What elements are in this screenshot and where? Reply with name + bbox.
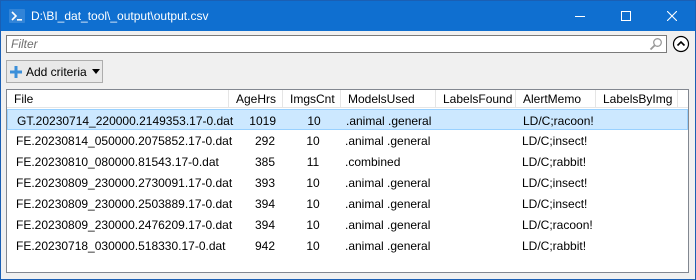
plus-icon <box>10 65 22 78</box>
app-window: D:\BI_dat_tool\_output\output.csv Filter… <box>0 0 696 280</box>
close-icon <box>667 11 677 21</box>
table-row[interactable]: FE.20230809_230000.2476209.17-0.dat 394 … <box>7 214 688 235</box>
cell-agehrs: 292 <box>254 134 275 148</box>
cell-modelsused: .animal .general <box>345 134 431 148</box>
table-row[interactable]: FE.20230810_080000.81543.17-0.dat 385 11… <box>7 151 688 172</box>
chevron-down-icon <box>91 68 100 74</box>
cell-agehrs: 385 <box>254 155 275 169</box>
column-header-file[interactable]: File <box>7 90 229 108</box>
cell-alertmemo: LD/C;insect! <box>522 134 588 148</box>
table-row[interactable]: FE.20230814_050000.2075852.17-0.dat 292 … <box>7 130 688 151</box>
cell-alertmemo: LD/C;insect! <box>522 197 588 211</box>
title-bar[interactable]: D:\BI_dat_tool\_output\output.csv <box>1 1 695 31</box>
table-row[interactable]: FE.20230718_030000.518330.17-0.dat 942 1… <box>7 235 688 256</box>
minimize-button[interactable] <box>557 1 603 31</box>
cell-agehrs: 1019 <box>249 114 276 128</box>
close-button[interactable] <box>649 1 695 31</box>
terminal-icon <box>9 9 25 23</box>
table-row[interactable]: FE.20230809_230000.2730091.17-0.dat 393 … <box>7 172 688 193</box>
cell-file: FE.20230718_030000.518330.17-0.dat <box>16 239 226 253</box>
column-header-modelsused[interactable]: ModelsUsed <box>341 90 436 108</box>
add-criteria-label: Add criteria <box>26 64 87 79</box>
column-header-labelsfound[interactable]: LabelsFound <box>436 90 516 108</box>
cell-agehrs: 942 <box>254 239 275 253</box>
cell-imgscnt: 10 <box>306 176 320 190</box>
cell-file: FE.20230809_230000.2476209.17-0.dat <box>16 218 233 232</box>
table-row[interactable]: FE.20230809_230000.2503889.17-0.dat 394 … <box>7 193 688 214</box>
cell-alertmemo: LD/C;rabbit! <box>522 155 587 169</box>
filter-input[interactable] <box>7 36 647 52</box>
collapse-button[interactable] <box>672 35 690 53</box>
cell-imgscnt: 10 <box>306 239 320 253</box>
cell-alertmemo: LD/C;rabbit! <box>522 239 587 253</box>
cell-modelsused: .animal .general <box>345 218 431 232</box>
cell-file: FE.20230810_080000.81543.17-0.dat <box>16 155 219 169</box>
cell-file: GT.20230714_220000.2149353.17-0.dat <box>17 114 234 128</box>
maximize-button[interactable] <box>603 1 649 31</box>
window-title: D:\BI_dat_tool\_output\output.csv <box>31 9 209 23</box>
filter-box[interactable] <box>6 35 667 53</box>
column-header-alertmemo[interactable]: AlertMemo <box>516 90 596 108</box>
maximize-icon <box>621 11 631 21</box>
cell-modelsused: .combined <box>345 155 401 169</box>
cell-alertmemo: LD/C;racoon! <box>523 114 594 128</box>
cell-modelsused: .animal .general <box>345 239 431 253</box>
search-icon[interactable] <box>649 37 663 51</box>
column-header-agehrs[interactable]: AgeHrs <box>229 90 283 108</box>
cell-agehrs: 394 <box>254 218 275 232</box>
cell-modelsused: .animal .general <box>346 114 432 128</box>
cell-imgscnt: 11 <box>306 155 320 169</box>
cell-agehrs: 393 <box>254 176 275 190</box>
column-header-imgscnt[interactable]: ImgsCnt <box>283 90 341 108</box>
cell-modelsused: .animal .general <box>345 197 431 211</box>
cell-imgscnt: 10 <box>306 197 320 211</box>
cell-alertmemo: LD/C;insect! <box>522 176 588 190</box>
cell-alertmemo: LD/C;racoon! <box>522 218 593 232</box>
results-table[interactable]: File AgeHrs ImgsCnt ModelsUsed LabelsFou… <box>6 89 689 273</box>
cell-file: FE.20230814_050000.2075852.17-0.dat <box>16 134 233 148</box>
table-row[interactable]: GT.20230714_220000.2149353.17-0.dat 1019… <box>7 109 688 130</box>
minimize-icon <box>575 16 585 17</box>
cell-file: FE.20230809_230000.2503889.17-0.dat <box>16 197 233 211</box>
cell-file: FE.20230809_230000.2730091.17-0.dat <box>16 176 233 190</box>
cell-agehrs: 394 <box>254 197 275 211</box>
cell-modelsused: .animal .general <box>345 176 431 190</box>
column-header-labelsbyimg[interactable]: LabelsByImg <box>596 90 678 108</box>
table-header: File AgeHrs ImgsCnt ModelsUsed LabelsFou… <box>7 90 688 108</box>
cell-imgscnt: 10 <box>306 134 320 148</box>
cell-imgscnt: 10 <box>306 218 320 232</box>
add-criteria-button[interactable]: Add criteria <box>6 60 103 83</box>
cell-imgscnt: 10 <box>307 114 321 128</box>
